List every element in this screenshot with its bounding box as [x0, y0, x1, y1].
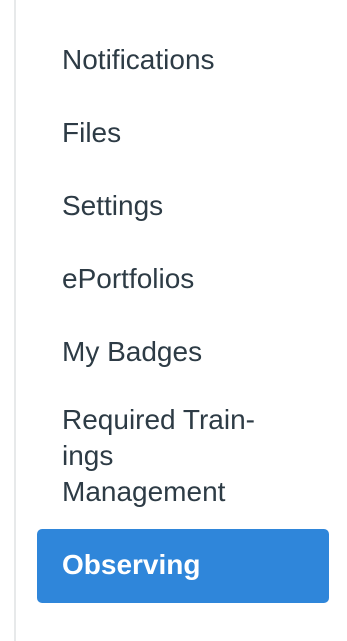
nav-item-notifications[interactable]: Notifications	[37, 24, 329, 97]
nav-item-observing[interactable]: Observing	[37, 529, 329, 603]
account-nav-list: Notifications Files Settings ePortfolios…	[37, 24, 329, 603]
nav-item-required-trainings-management[interactable]: Required Train-ings Management	[37, 389, 297, 527]
nav-item-files[interactable]: Files	[37, 97, 329, 170]
nav-item-settings[interactable]: Settings	[37, 170, 329, 243]
nav-item-eportfolios[interactable]: ePortfolios	[37, 243, 329, 316]
account-navigation-panel: Notifications Files Settings ePortfolios…	[0, 0, 347, 641]
nav-item-my-badges[interactable]: My Badges	[37, 316, 329, 389]
panel-left-border	[14, 0, 16, 641]
